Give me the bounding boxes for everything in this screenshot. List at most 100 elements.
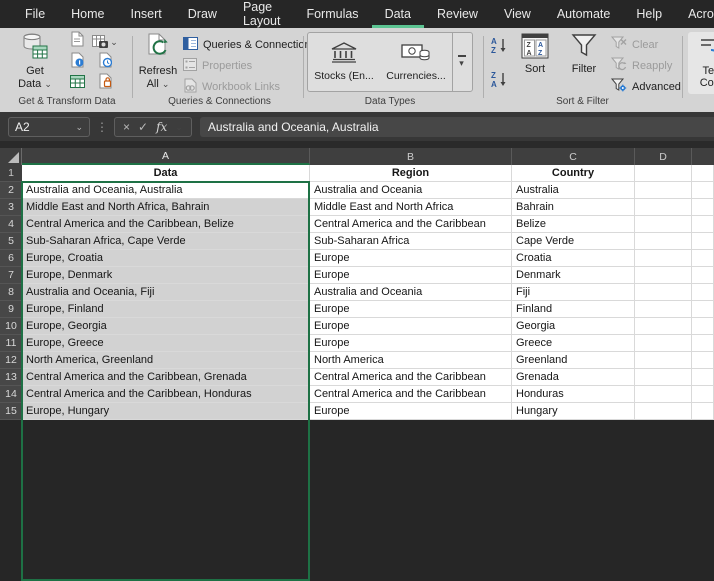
cell-c12[interactable]: Greenland: [512, 352, 635, 369]
tab-formulas[interactable]: Formulas: [293, 0, 371, 28]
cell-c13[interactable]: Grenada: [512, 369, 635, 386]
cell-c14[interactable]: Honduras: [512, 386, 635, 403]
cell-b12[interactable]: North America: [310, 352, 512, 369]
cell-a4[interactable]: Central America and the Caribbean, Beliz…: [22, 216, 310, 233]
cell-e7[interactable]: [692, 267, 714, 284]
properties-button[interactable]: Properties: [183, 55, 316, 76]
cell-e13[interactable]: [692, 369, 714, 386]
cell-b3[interactable]: Middle East and North Africa: [310, 199, 512, 216]
cell-b2[interactable]: Australia and Oceania: [310, 182, 512, 199]
row-header-5[interactable]: 5: [0, 233, 22, 250]
cell-d14[interactable]: [635, 386, 692, 403]
cell-c4[interactable]: Belize: [512, 216, 635, 233]
cell-d6[interactable]: [635, 250, 692, 267]
cell-d4[interactable]: [635, 216, 692, 233]
text-to-columns-button[interactable]: Tex Colu: [688, 32, 714, 94]
cell-d2[interactable]: [635, 182, 692, 199]
column-header-c[interactable]: C: [512, 148, 635, 165]
stocks-data-type-button[interactable]: Stocks (En...: [308, 33, 380, 91]
cell-a14[interactable]: Central America and the Caribbean, Hondu…: [22, 386, 310, 403]
get-data-button[interactable]: Get Data ⌄: [10, 32, 60, 94]
cell-b6[interactable]: Europe: [310, 250, 512, 267]
cell-b8[interactable]: Australia and Oceania: [310, 284, 512, 301]
filter-button[interactable]: Filter: [562, 32, 606, 94]
cell-a11[interactable]: Europe, Greece: [22, 335, 310, 352]
cancel-icon[interactable]: ×: [123, 120, 130, 134]
cell-d8[interactable]: [635, 284, 692, 301]
sort-ascending-button[interactable]: A Z: [490, 36, 508, 60]
workbook-links-button[interactable]: Workbook Links: [183, 76, 316, 97]
row-header-6[interactable]: 6: [0, 250, 22, 267]
from-picture-icon[interactable]: ⌄: [92, 34, 118, 49]
cell-c1[interactable]: Country: [512, 165, 635, 182]
cell-b10[interactable]: Europe: [310, 318, 512, 335]
enter-check-icon[interactable]: ✓: [138, 120, 148, 134]
tab-draw[interactable]: Draw: [175, 0, 230, 28]
row-header-1[interactable]: 1: [0, 165, 22, 182]
cell-d10[interactable]: [635, 318, 692, 335]
column-header-b[interactable]: B: [310, 148, 512, 165]
cell-b1[interactable]: Region: [310, 165, 512, 182]
formula-input[interactable]: Australia and Oceania, Australia: [199, 116, 714, 137]
tab-acrobat[interactable]: Acrobat: [675, 0, 714, 28]
row-header-8[interactable]: 8: [0, 284, 22, 301]
cell-b4[interactable]: Central America and the Caribbean: [310, 216, 512, 233]
cell-a15[interactable]: Europe, Hungary: [22, 403, 310, 420]
queries-connections-button[interactable]: Queries & Connections: [183, 34, 316, 55]
column-header-d[interactable]: D: [635, 148, 692, 165]
cell-b9[interactable]: Europe: [310, 301, 512, 318]
cell-d7[interactable]: [635, 267, 692, 284]
row-header-7[interactable]: 7: [0, 267, 22, 284]
tab-view[interactable]: View: [491, 0, 544, 28]
cell-b11[interactable]: Europe: [310, 335, 512, 352]
row-header-10[interactable]: 10: [0, 318, 22, 335]
row-header-12[interactable]: 12: [0, 352, 22, 369]
cell-a7[interactable]: Europe, Denmark: [22, 267, 310, 284]
cell-c6[interactable]: Croatia: [512, 250, 635, 267]
name-box[interactable]: A2 ⌄: [8, 116, 90, 137]
data-types-gallery-more-button[interactable]: ▾: [452, 33, 470, 91]
refresh-all-button[interactable]: Refresh All ⌄: [137, 32, 179, 94]
tab-review[interactable]: Review: [424, 0, 491, 28]
cell-a12[interactable]: North America, Greenland: [22, 352, 310, 369]
insert-function-icon[interactable]: fx: [156, 120, 167, 134]
cell-e4[interactable]: [692, 216, 714, 233]
cell-e3[interactable]: [692, 199, 714, 216]
cell-b5[interactable]: Sub-Saharan Africa: [310, 233, 512, 250]
cell-c3[interactable]: Bahrain: [512, 199, 635, 216]
cell-a2-active[interactable]: Australia and Oceania, Australia: [22, 182, 310, 199]
cell-a6[interactable]: Europe, Croatia: [22, 250, 310, 267]
row-header-13[interactable]: 13: [0, 369, 22, 386]
cell-b14[interactable]: Central America and the Caribbean: [310, 386, 512, 403]
cell-c5[interactable]: Cape Verde: [512, 233, 635, 250]
cell-e9[interactable]: [692, 301, 714, 318]
cell-a3[interactable]: Middle East and North Africa, Bahrain: [22, 199, 310, 216]
cell-c2[interactable]: Australia: [512, 182, 635, 199]
cell-d1[interactable]: [635, 165, 692, 182]
cell-d12[interactable]: [635, 352, 692, 369]
cell-a9[interactable]: Europe, Finland: [22, 301, 310, 318]
row-header-9[interactable]: 9: [0, 301, 22, 318]
row-header-14[interactable]: 14: [0, 386, 22, 403]
cell-c10[interactable]: Georgia: [512, 318, 635, 335]
cell-b7[interactable]: Europe: [310, 267, 512, 284]
tab-help[interactable]: Help: [623, 0, 675, 28]
from-table-range-icon[interactable]: [69, 74, 85, 93]
tab-insert[interactable]: Insert: [118, 0, 175, 28]
from-text-csv-icon[interactable]: [70, 31, 84, 52]
reapply-filter-button[interactable]: Reapply: [610, 55, 681, 76]
cell-d9[interactable]: [635, 301, 692, 318]
cell-e11[interactable]: [692, 335, 714, 352]
tab-file[interactable]: File: [12, 0, 58, 28]
tab-home[interactable]: Home: [58, 0, 117, 28]
cell-d13[interactable]: [635, 369, 692, 386]
recent-sources-icon[interactable]: [70, 52, 84, 73]
formula-bar-drag-handle[interactable]: ⋮: [96, 120, 108, 134]
row-header-3[interactable]: 3: [0, 199, 22, 216]
cell-a8[interactable]: Australia and Oceania, Fiji: [22, 284, 310, 301]
cell-c8[interactable]: Fiji: [512, 284, 635, 301]
sort-button[interactable]: Z A A Z Sort: [514, 32, 556, 94]
currencies-data-type-button[interactable]: Currencies...: [380, 33, 452, 91]
row-header-2[interactable]: 2: [0, 182, 22, 199]
cell-b15[interactable]: Europe: [310, 403, 512, 420]
